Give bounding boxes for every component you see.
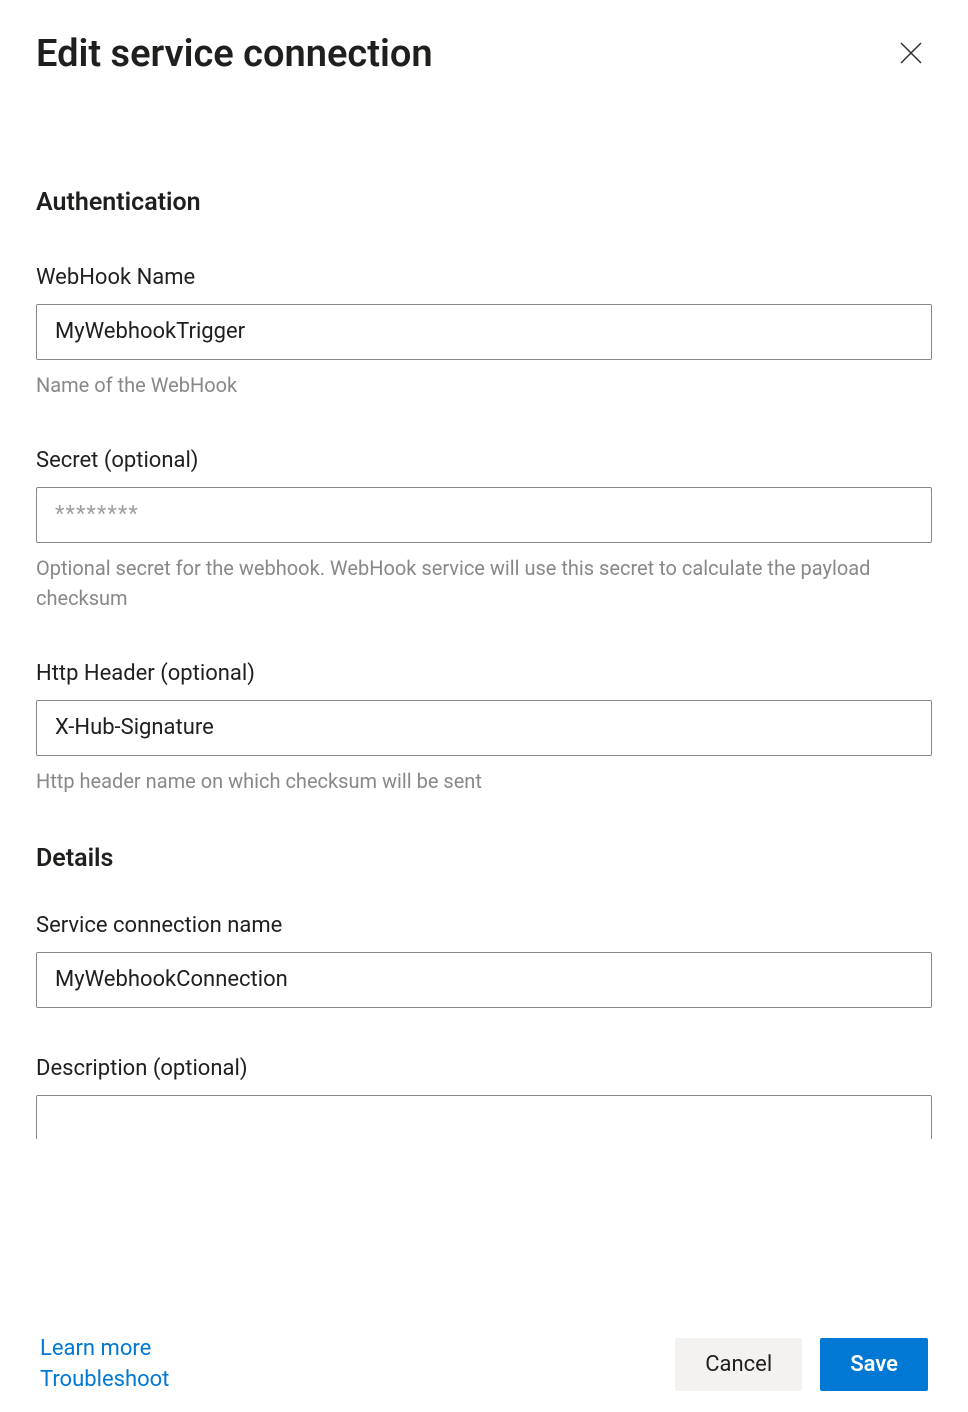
section-heading-authentication: Authentication bbox=[36, 188, 932, 217]
panel-footer: Learn more Troubleshoot Cancel Save bbox=[0, 1318, 968, 1412]
description-input[interactable] bbox=[36, 1095, 932, 1139]
service-connection-name-input[interactable] bbox=[36, 952, 932, 1008]
panel-content: Authentication WebHook Name Name of the … bbox=[36, 188, 932, 1412]
footer-actions: Cancel Save bbox=[675, 1338, 928, 1391]
field-webhook-name: WebHook Name Name of the WebHook bbox=[36, 265, 932, 400]
learn-more-link[interactable]: Learn more bbox=[40, 1336, 169, 1361]
field-http-header: Http Header (optional) Http header name … bbox=[36, 661, 932, 796]
secret-input[interactable] bbox=[36, 487, 932, 543]
webhook-name-label: WebHook Name bbox=[36, 265, 932, 290]
close-button[interactable] bbox=[890, 32, 932, 77]
edit-service-connection-panel: Edit service connection Authentication W… bbox=[0, 0, 968, 1412]
panel-header: Edit service connection bbox=[36, 32, 932, 78]
field-description: Description (optional) bbox=[36, 1056, 932, 1143]
cancel-button[interactable]: Cancel bbox=[675, 1338, 802, 1391]
field-service-connection-name: Service connection name bbox=[36, 913, 932, 1008]
footer-links: Learn more Troubleshoot bbox=[40, 1336, 169, 1392]
secret-label: Secret (optional) bbox=[36, 448, 932, 473]
panel-title: Edit service connection bbox=[36, 32, 433, 78]
http-header-input[interactable] bbox=[36, 700, 932, 756]
webhook-name-help: Name of the WebHook bbox=[36, 370, 932, 400]
field-secret: Secret (optional) Optional secret for th… bbox=[36, 448, 932, 613]
http-header-label: Http Header (optional) bbox=[36, 661, 932, 686]
save-button[interactable]: Save bbox=[820, 1338, 928, 1391]
secret-help: Optional secret for the webhook. WebHook… bbox=[36, 553, 932, 613]
troubleshoot-link[interactable]: Troubleshoot bbox=[40, 1367, 169, 1392]
description-label: Description (optional) bbox=[36, 1056, 932, 1081]
service-connection-name-label: Service connection name bbox=[36, 913, 932, 938]
http-header-help: Http header name on which checksum will … bbox=[36, 766, 932, 796]
close-icon bbox=[896, 38, 926, 71]
webhook-name-input[interactable] bbox=[36, 304, 932, 360]
section-heading-details: Details bbox=[36, 844, 932, 873]
